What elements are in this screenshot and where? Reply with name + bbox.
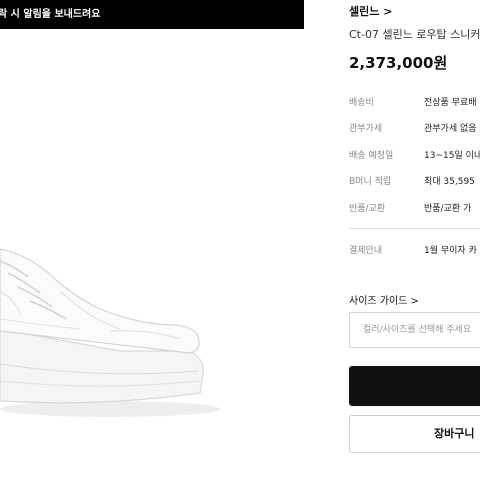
info-label: 배송비 (349, 98, 374, 108)
banner-text: 락 시 알림을 보내드려요 (0, 9, 101, 20)
option-select[interactable]: 컬러/사이즈를 선택해 주세요 (349, 312, 480, 348)
product-info-panel: 셀린느 > Ct-07 셀린느 로우탑 스니커 2,373,000원 배송비 전… (349, 0, 480, 480)
info-label: 반품/교환 (349, 204, 386, 214)
product-name: Ct-07 셀린느 로우탑 스니커 (349, 28, 480, 41)
info-value: 관부가세 없음 (424, 124, 477, 134)
divider (349, 228, 480, 229)
info-label: 관부가세 (349, 124, 383, 134)
info-label: B머니 적립 (349, 177, 392, 187)
product-price: 2,373,000원 (349, 54, 448, 72)
notification-banner: 락 시 알림을 보내드려요 (0, 0, 304, 29)
product-image (0, 29, 304, 480)
cart-button[interactable]: 장바구니 (349, 415, 480, 453)
size-guide-link[interactable]: 사이즈 가이드 > (349, 292, 419, 307)
buy-button[interactable] (349, 366, 480, 406)
info-value: 반품/교환 가 (424, 204, 472, 214)
info-label: 배송 예정일 (349, 151, 394, 161)
info-value: 최대 35,595 (424, 177, 475, 187)
info-label: 결제안내 (349, 246, 383, 256)
info-value: 전상품 무료배 (424, 98, 477, 108)
info-value: 13~15일 이내 (424, 151, 480, 161)
brand-link[interactable]: 셀린느 > (349, 3, 392, 19)
info-value: 1월 무이자 카 (424, 246, 477, 256)
sneaker-image (0, 248, 220, 417)
